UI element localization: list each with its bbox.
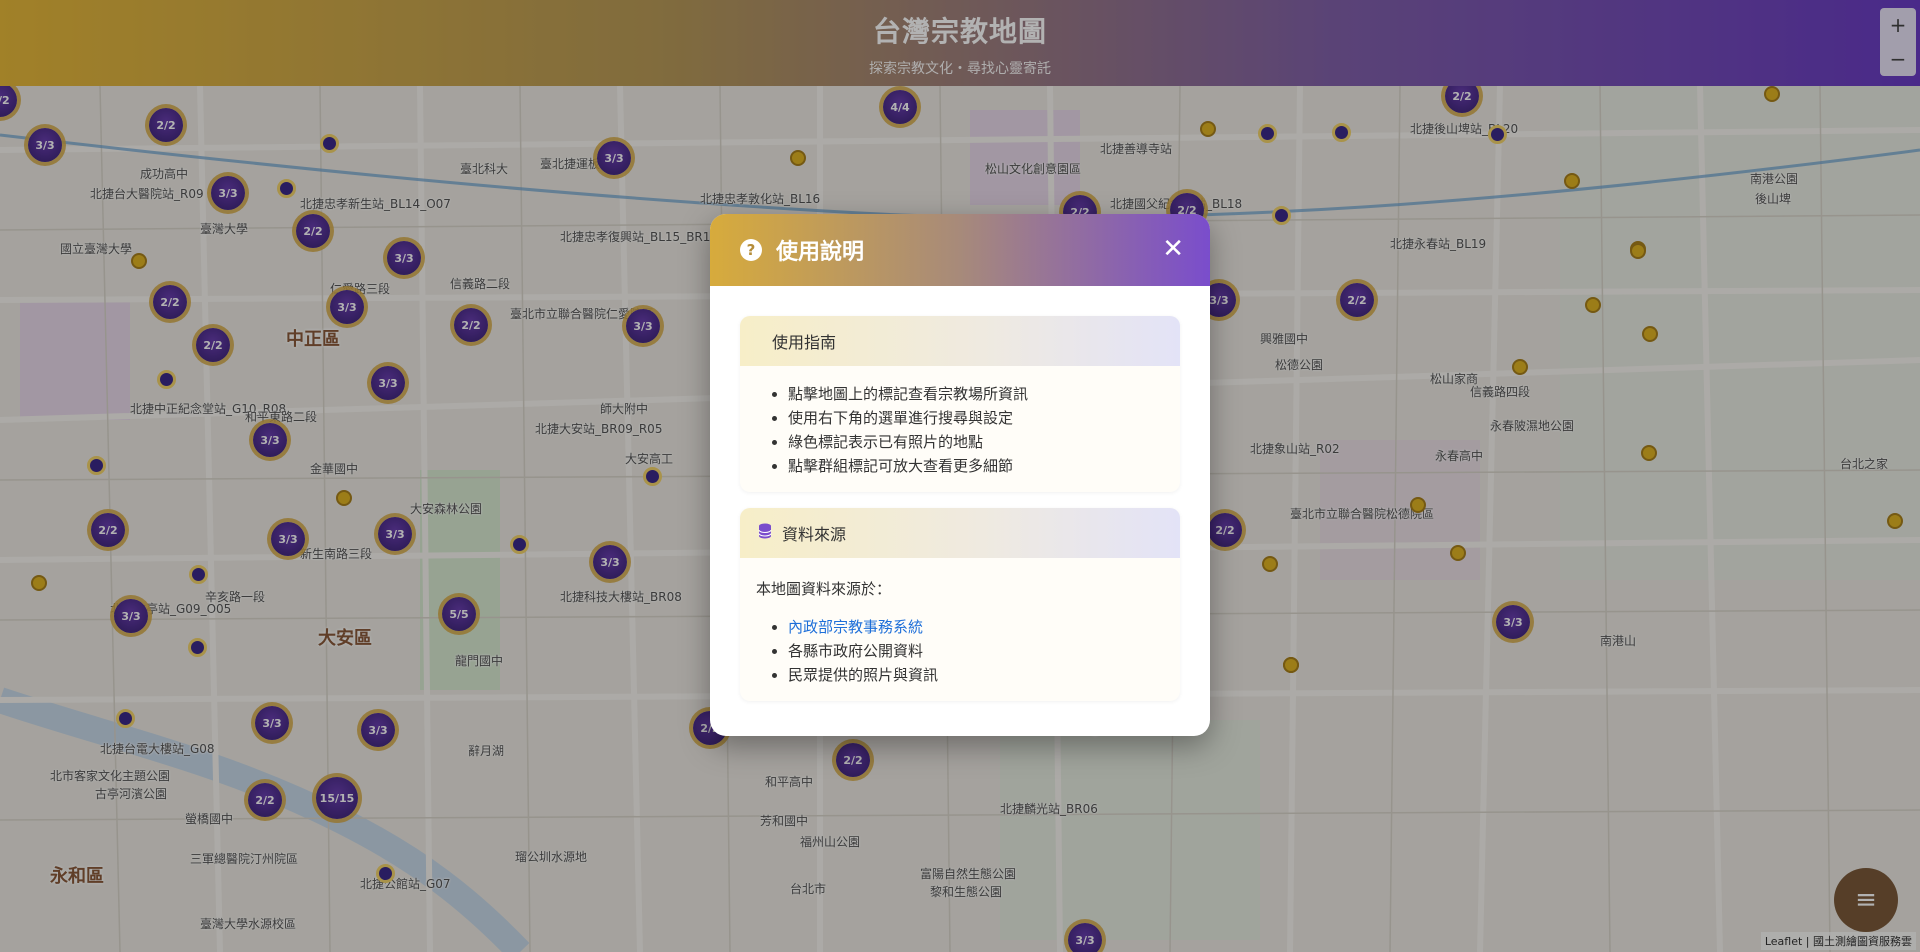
guide-list: 點擊地圖上的標記查看宗教場所資訊 使用右下角的選單進行搜尋與設定 綠色標記表示已…: [740, 366, 1180, 492]
source-link[interactable]: 內政部宗教事務系統: [788, 618, 923, 636]
modal-title: 使用說明: [776, 240, 865, 265]
guide-section-title: 使用指南: [772, 333, 837, 352]
sources-section-header: 資料來源: [740, 508, 1180, 558]
sources-list: 內政部宗教事務系統 各縣市政府公開資料 民眾提供的照片與資訊: [740, 599, 1180, 701]
list-item: 各縣市政府公開資料: [788, 639, 1180, 663]
database-icon: [758, 523, 772, 543]
modal-header: ? 使用說明 ✕: [710, 214, 1210, 286]
guide-section-header: 使用指南: [740, 316, 1180, 366]
question-icon: ?: [740, 239, 762, 261]
guide-section: 使用指南 點擊地圖上的標記查看宗教場所資訊 使用右下角的選單進行搜尋與設定 綠色…: [740, 316, 1180, 492]
list-item: 綠色標記表示已有照片的地點: [788, 430, 1180, 454]
help-modal: ? 使用說明 ✕ 使用指南 點擊地圖上的標記查看宗教場所資訊 使用右下角的選單進…: [710, 214, 1210, 736]
sources-section: 資料來源 本地圖資料來源於： 內政部宗教事務系統 各縣市政府公開資料 民眾提供的…: [740, 508, 1180, 701]
list-item: 內政部宗教事務系統: [788, 615, 1180, 639]
sources-section-title: 資料來源: [782, 525, 847, 544]
sources-intro: 本地圖資料來源於：: [756, 580, 892, 598]
list-item: 點擊地圖上的標記查看宗教場所資訊: [788, 382, 1180, 406]
list-item: 使用右下角的選單進行搜尋與設定: [788, 406, 1180, 430]
list-item: 民眾提供的照片與資訊: [788, 663, 1180, 687]
list-item: 點擊群組標記可放大查看更多細節: [788, 454, 1180, 478]
close-button[interactable]: ✕: [1162, 236, 1184, 262]
